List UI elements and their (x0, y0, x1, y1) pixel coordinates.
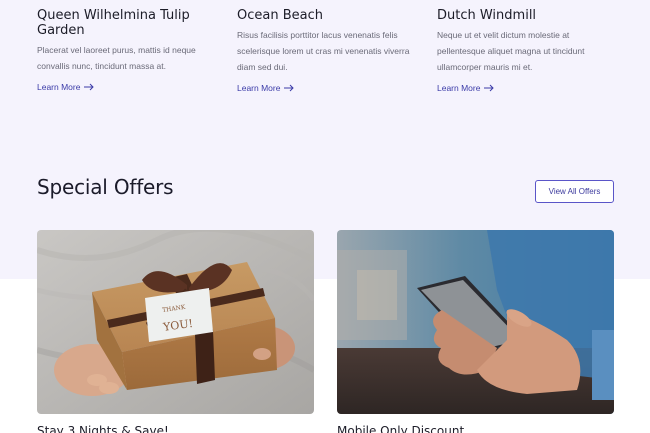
attraction-description: Neque ut et velit dictum molestie at pel… (437, 30, 585, 72)
attraction-card: Dutch Windmill Neque ut et velit dictum … (437, 8, 617, 75)
learn-more-link[interactable]: Learn More (437, 83, 495, 93)
gift-box-illustration: THANK YOU! (37, 230, 314, 414)
offer-title[interactable]: Stay 3 Nights & Save! (37, 424, 169, 433)
offer-title[interactable]: Mobile Only Discount (337, 424, 464, 433)
attraction-title: Queen Wilhelmina Tulip Garden (37, 8, 190, 38)
learn-more-link[interactable]: Learn More (237, 83, 295, 93)
view-all-offers-button[interactable]: View All Offers (535, 180, 614, 203)
arrow-right-icon (284, 84, 295, 92)
attraction-description: Risus facilisis porttitor lacus venenati… (237, 30, 410, 72)
learn-more-label: Learn More (37, 82, 81, 92)
attraction-description: Placerat vel laoreet purus, mattis id ne… (37, 45, 196, 71)
special-offers-heading: Special Offers (37, 175, 174, 199)
attraction-card: Queen Wilhelmina Tulip Garden Placerat v… (37, 8, 217, 74)
arrow-right-icon (484, 84, 495, 92)
attraction-title: Dutch Windmill (437, 8, 537, 23)
smartphone-hands-photo[interactable] (337, 230, 614, 414)
attraction-card: Ocean Beach Risus facilisis porttitor la… (237, 8, 417, 75)
attraction-title: Ocean Beach (237, 8, 323, 23)
smartphone-illustration (337, 230, 614, 414)
learn-more-label: Learn More (437, 83, 481, 93)
gift-box-photo[interactable]: THANK YOU! (37, 230, 314, 414)
arrow-right-icon (84, 83, 95, 91)
learn-more-link[interactable]: Learn More (37, 82, 95, 92)
learn-more-label: Learn More (237, 83, 281, 93)
